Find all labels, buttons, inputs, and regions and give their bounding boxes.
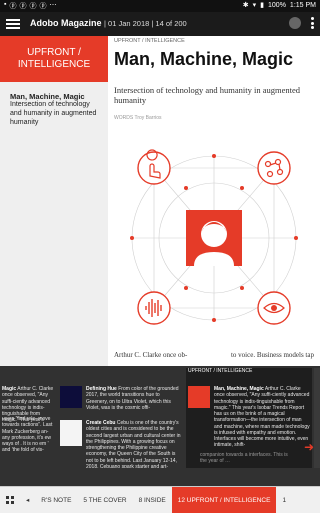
- issue-meta: | 01 Jan 2018 | 14 of 200: [104, 19, 187, 28]
- app-icon: ▪: [4, 1, 7, 8]
- card-title: Defining Hue: [86, 386, 117, 392]
- tab-upfront-intelligence[interactable]: 12 UPFRONT / INTELLIGENCE: [171, 487, 277, 513]
- card-title: Create Cebu: [86, 420, 116, 426]
- section-sidebar: UPFRONT / INTELLIGENCE Man, Machine, Mag…: [0, 36, 108, 366]
- carousel-card[interactable]: Magic Arthur C. Clarke once observed, "A…: [0, 368, 56, 468]
- battery-icon: ▮: [260, 2, 265, 9]
- section-header: UPFRONT / INTELLIGENCE: [0, 36, 108, 82]
- p-icon: ⓟ: [19, 3, 27, 10]
- card-text: Cebu is one of the country's oldest citi…: [86, 420, 181, 468]
- card-title: Man, Machine, Magic: [214, 386, 264, 392]
- sidebar-title: Man, Machine, Magic: [10, 92, 85, 101]
- app-title: Adobo Magazine: [30, 18, 102, 28]
- page-carousel[interactable]: Magic Arthur C. Clarke once observed, "A…: [0, 366, 320, 486]
- body-column-right: to voice. Business models tap: [230, 351, 314, 359]
- card-section-label: UPFRONT / INTELLIGENCE: [188, 368, 253, 374]
- system-icons: ✱ ▾ ▮ 100% 1:15 PM: [242, 1, 316, 10]
- sidebar-summary: Intersection of technology and humanity …: [10, 101, 97, 126]
- page-title: Man, Machine, Magic: [114, 49, 294, 69]
- next-page-arrow-icon[interactable]: ➜: [304, 440, 314, 454]
- p-icon: ⓟ: [29, 3, 37, 10]
- menu-icon[interactable]: [6, 17, 20, 31]
- card-text: Arthur C. Clarke once observed, "Any suf…: [214, 386, 310, 449]
- dots-icon: ⋯: [49, 2, 57, 9]
- soundwave-icon: [137, 291, 171, 325]
- pages-grid-icon: [6, 496, 14, 504]
- clock: 1:15 PM: [289, 1, 316, 9]
- card-title: Magic: [2, 386, 17, 392]
- person-icon: [186, 210, 242, 266]
- app-bar: Adobo Magazine | 01 Jan 2018 | 14 of 200: [0, 12, 320, 36]
- bluetooth-icon: ✱: [242, 2, 249, 9]
- card-thumbnail: [60, 386, 82, 408]
- tab-inside[interactable]: 8 INSIDE: [133, 487, 172, 513]
- p-icon: ⓟ: [9, 3, 17, 10]
- card-thumbnail: [60, 420, 82, 446]
- table-of-contents-button[interactable]: [0, 487, 20, 513]
- tab-the-cover[interactable]: 5 THE COVER: [77, 487, 132, 513]
- tab-previous[interactable]: ◂: [20, 487, 35, 513]
- notification-icons: ▪ ⓟ ⓟ ⓟ ⓟ ⋯: [4, 1, 56, 11]
- network-icon: [257, 151, 291, 185]
- section-tab-bar: ◂ R'S NOTE 5 THE COVER 8 INSIDE 12 UPFRO…: [0, 486, 320, 513]
- background-text-fragment: companion towards a interfaces. This is …: [200, 452, 288, 465]
- article-dek: Intersection of technology and humanity …: [114, 85, 301, 105]
- tab-editors-note[interactable]: R'S NOTE: [35, 487, 77, 513]
- battery-level: 100%: [268, 1, 286, 9]
- wifi-icon: ▾: [252, 2, 257, 9]
- byline: WORDS Troy Barrios: [114, 115, 162, 121]
- tab-next[interactable]: 1: [276, 487, 292, 513]
- overflow-menu-icon[interactable]: [311, 17, 314, 29]
- carousel-card[interactable]: Defining Hue From color of the grounded …: [60, 368, 184, 468]
- article-illustration: [130, 149, 298, 325]
- p-icon: ⓟ: [39, 3, 47, 10]
- carousel-card[interactable]: [314, 368, 320, 468]
- card-fragment: users "find rele- move towards ractions"…: [2, 416, 53, 454]
- touch-icon: [137, 149, 171, 185]
- article-body: Arthur C. Clarke once ob- to voice. Busi…: [114, 351, 314, 359]
- status-bar: ▪ ⓟ ⓟ ⓟ ⓟ ⋯ ✱ ▾ ▮ 100% 1:15 PM: [0, 0, 320, 12]
- article-page: UPFRONT / INTELLIGENCE Man, Machine, Mag…: [108, 36, 320, 366]
- account-icon[interactable]: [289, 17, 301, 29]
- body-column-left: Arthur C. Clarke once ob-: [114, 351, 188, 359]
- breadcrumb: UPFRONT / INTELLIGENCE: [114, 38, 185, 44]
- eye-icon: [257, 291, 291, 325]
- card-thumbnail: [188, 386, 210, 408]
